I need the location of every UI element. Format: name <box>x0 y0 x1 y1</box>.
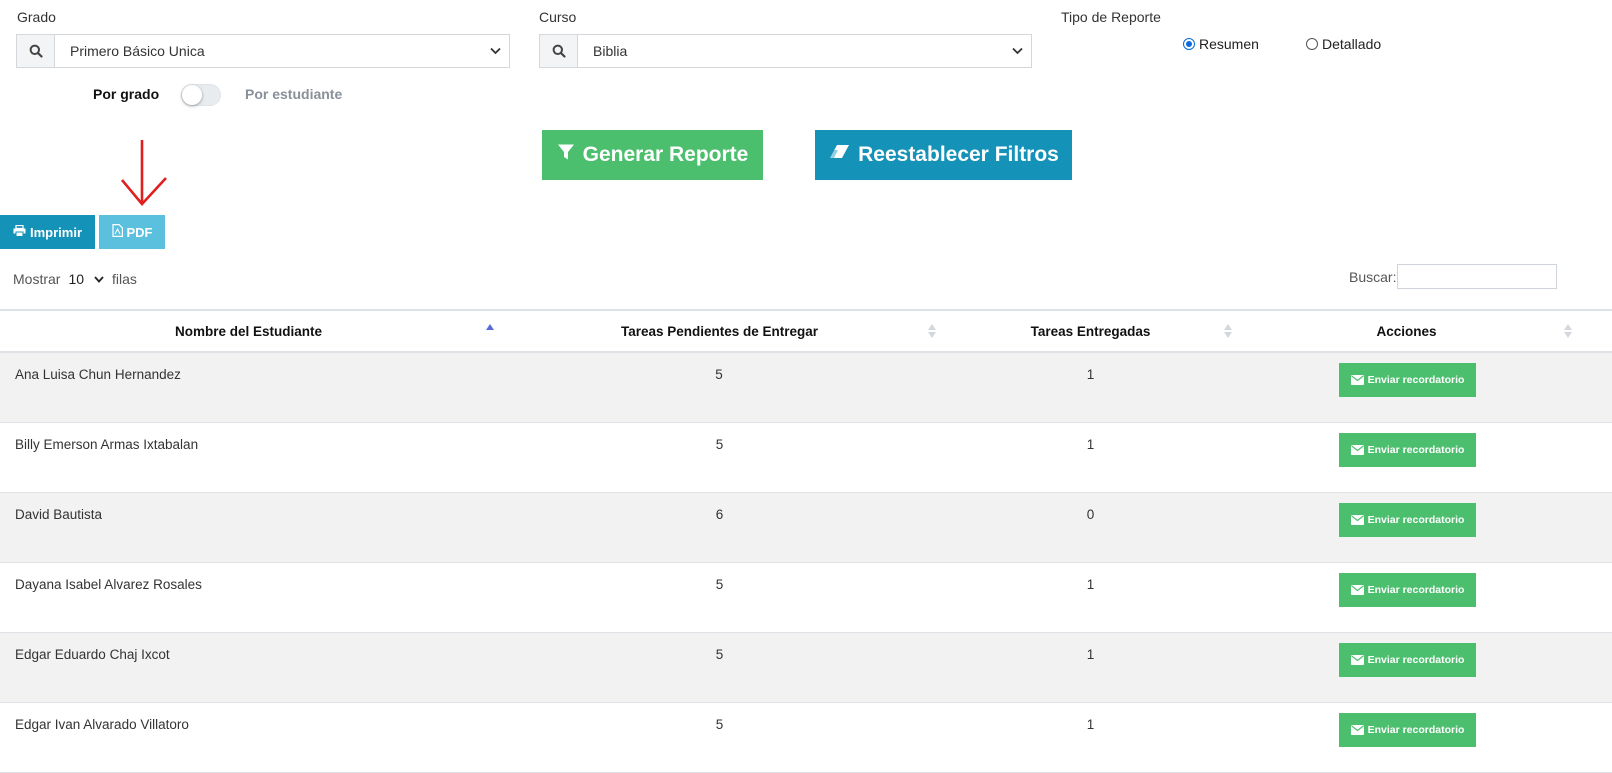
enviar-recordatorio-button[interactable]: Enviar recordatorio <box>1338 363 1477 397</box>
tareas-pendientes: 6 <box>497 492 942 563</box>
report-mode-toggle[interactable] <box>181 84 221 106</box>
grado-value: Primero Básico Unica <box>70 43 205 59</box>
column-header-entregadas[interactable]: Tareas Entregadas <box>942 309 1239 353</box>
envelope-icon <box>1350 375 1364 385</box>
tipo-reporte-label: Tipo de Reporte <box>1061 9 1161 25</box>
student-name: Ana Luisa Chun Hernandez <box>0 352 497 423</box>
actions-cell: Enviar recordatorio <box>1239 632 1612 703</box>
student-name: David Bautista <box>0 492 497 563</box>
radio-resumen[interactable]: Resumen <box>1183 36 1259 52</box>
page-length-value: 10 <box>68 271 85 287</box>
imprimir-button[interactable]: Imprimir <box>0 215 95 249</box>
envelope-icon <box>1350 585 1364 595</box>
curso-select[interactable]: Biblia <box>539 34 1032 68</box>
buscar-label: Buscar: <box>1349 269 1397 285</box>
mostrar-label: Mostrar <box>13 271 61 287</box>
chevron-down-icon <box>1003 35 1031 67</box>
tareas-entregadas: 0 <box>942 492 1239 563</box>
curso-label: Curso <box>539 9 577 25</box>
search-icon <box>17 35 55 67</box>
student-name: Dayana Isabel Alvarez Rosales <box>0 562 497 633</box>
chevron-down-icon <box>94 275 104 283</box>
actions-cell: Enviar recordatorio <box>1239 422 1612 493</box>
generar-reporte-label: Generar Reporte <box>582 143 749 166</box>
sort-icon <box>1564 324 1572 338</box>
tareas-pendientes: 5 <box>497 702 942 773</box>
envelope-icon <box>1350 725 1364 735</box>
page-length-select[interactable]: 10 <box>68 271 104 287</box>
table-row: Edgar Eduardo Chaj Ixcot 5 1 Enviar reco… <box>0 632 1612 703</box>
page-length-control: Mostrar 10 filas <box>13 271 137 287</box>
file-pdf-icon <box>111 224 123 240</box>
grado-select[interactable]: Primero Básico Unica <box>16 34 510 68</box>
sort-ascending-icon <box>486 324 494 330</box>
tareas-entregadas: 1 <box>942 632 1239 703</box>
generar-reporte-button[interactable]: Generar Reporte <box>542 130 763 180</box>
student-name: Edgar Eduardo Chaj Ixcot <box>0 632 497 703</box>
envelope-icon <box>1350 515 1364 525</box>
toggle-left-label: Por grado <box>93 86 160 102</box>
printer-icon <box>13 224 26 240</box>
students-table: Nombre del Estudiante Tareas Pendientes … <box>0 309 1612 773</box>
table-row: Dayana Isabel Alvarez Rosales 5 1 Enviar… <box>0 562 1612 633</box>
grado-label: Grado <box>17 9 56 25</box>
actions-cell: Enviar recordatorio <box>1239 352 1612 423</box>
sort-icon <box>928 324 936 338</box>
curso-value: Biblia <box>593 43 628 59</box>
radio-resumen-label: Resumen <box>1199 36 1259 52</box>
filas-label: filas <box>112 271 137 287</box>
enviar-recordatorio-button[interactable]: Enviar recordatorio <box>1338 713 1477 747</box>
student-name: Billy Emerson Armas Ixtabalan <box>0 422 497 493</box>
table-row: Edgar Ivan Alvarado Villatoro 5 1 Enviar… <box>0 702 1612 773</box>
tareas-entregadas: 1 <box>942 422 1239 493</box>
sort-icon <box>1224 324 1232 338</box>
tareas-pendientes: 5 <box>497 632 942 703</box>
enviar-recordatorio-button[interactable]: Enviar recordatorio <box>1338 433 1477 467</box>
tareas-pendientes: 5 <box>497 352 942 423</box>
eraser-icon <box>828 143 850 167</box>
tareas-entregadas: 1 <box>942 352 1239 423</box>
student-name: Edgar Ivan Alvarado Villatoro <box>0 702 497 773</box>
enviar-recordatorio-button[interactable]: Enviar recordatorio <box>1338 573 1477 607</box>
chevron-down-icon <box>481 35 509 67</box>
reestablecer-filtros-label: Reestablecer Filtros <box>858 143 1059 166</box>
enviar-recordatorio-button[interactable]: Enviar recordatorio <box>1338 643 1477 677</box>
imprimir-label: Imprimir <box>29 224 82 240</box>
search-input[interactable] <box>1397 264 1557 289</box>
column-header-pendientes[interactable]: Tareas Pendientes de Entregar <box>497 309 942 353</box>
tareas-pendientes: 5 <box>497 562 942 633</box>
enviar-recordatorio-button[interactable]: Enviar recordatorio <box>1338 503 1477 537</box>
tareas-pendientes: 5 <box>497 422 942 493</box>
envelope-icon <box>1350 445 1364 455</box>
column-header-nombre[interactable]: Nombre del Estudiante <box>0 309 497 353</box>
radio-unchecked-icon <box>1306 38 1318 50</box>
table-row: David Bautista 6 0 Enviar recordatorio <box>0 492 1612 563</box>
tareas-entregadas: 1 <box>942 702 1239 773</box>
table-row: Billy Emerson Armas Ixtabalan 5 1 Enviar… <box>0 422 1612 493</box>
reestablecer-filtros-button[interactable]: Reestablecer Filtros <box>815 130 1072 180</box>
actions-cell: Enviar recordatorio <box>1239 562 1612 633</box>
tareas-entregadas: 1 <box>942 562 1239 633</box>
column-header-acciones[interactable]: Acciones <box>1239 309 1612 353</box>
envelope-icon <box>1350 655 1364 665</box>
radio-detallado[interactable]: Detallado <box>1306 36 1381 52</box>
table-row: Ana Luisa Chun Hernandez 5 1 Enviar reco… <box>0 352 1612 423</box>
search-icon <box>540 35 578 67</box>
toggle-right-label: Por estudiante <box>245 86 343 102</box>
filter-icon <box>557 143 575 167</box>
actions-cell: Enviar recordatorio <box>1239 492 1612 563</box>
pdf-label: PDF <box>126 224 153 240</box>
radio-detallado-label: Detallado <box>1322 36 1382 52</box>
radio-checked-icon <box>1183 38 1195 50</box>
toggle-knob <box>182 85 202 105</box>
arrow-down-icon <box>121 140 167 206</box>
pdf-button[interactable]: PDF <box>99 215 165 249</box>
actions-cell: Enviar recordatorio <box>1239 702 1612 773</box>
